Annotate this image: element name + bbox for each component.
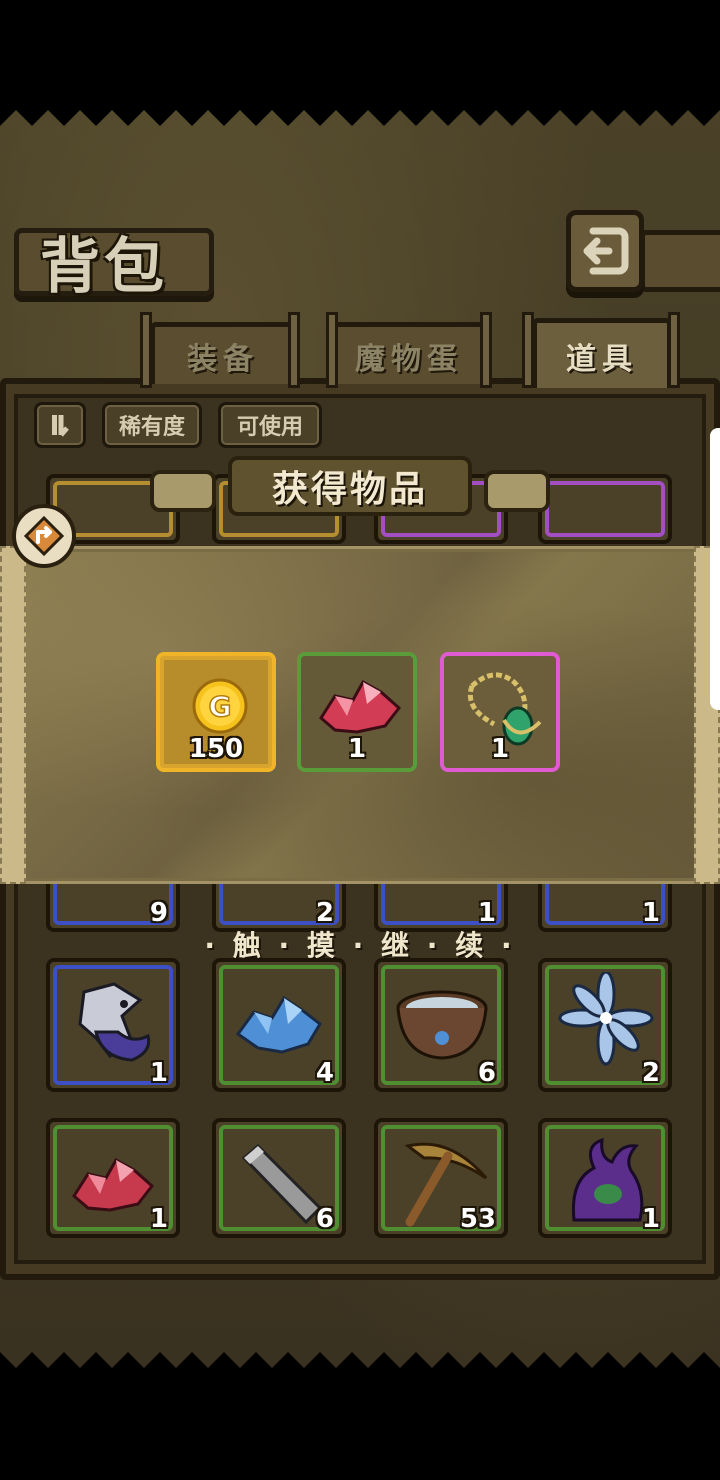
item-count: 1 — [149, 1204, 168, 1234]
spirit-creature-icon — [78, 982, 151, 1062]
diamond-arrow-icon — [23, 515, 65, 557]
tab-monster-eggs[interactable]: 魔物蛋 — [330, 322, 488, 384]
reward-item-necklace[interactable]: 1 — [440, 652, 560, 772]
reward-count: 150 — [188, 734, 244, 764]
item-count: 1 — [149, 1058, 168, 1088]
reward-item-crystal[interactable]: 1 — [297, 652, 417, 772]
reward-count: 1 — [347, 734, 367, 764]
sort-toggle-icon — [52, 415, 69, 437]
inventory-cell[interactable]: 6 — [374, 958, 508, 1092]
back-button[interactable] — [566, 210, 644, 292]
tab-post — [522, 312, 534, 388]
blue-flower-icon — [558, 972, 654, 1066]
scroll-edge-indicator — [710, 428, 720, 710]
item-count: 1 — [641, 1204, 660, 1234]
reward-title: 获得物品 — [228, 456, 472, 516]
inventory-cell[interactable]: 53 — [374, 1118, 508, 1238]
zigzag-border-top — [0, 100, 720, 126]
inventory-cell[interactable]: 6 — [212, 1118, 346, 1238]
item-count: 53 — [459, 1204, 496, 1234]
title-ornament-right — [484, 470, 550, 512]
rarity-filter-button[interactable]: 稀有度 — [102, 402, 202, 448]
inventory-cell[interactable] — [538, 474, 672, 544]
item-count: 2 — [641, 1058, 660, 1088]
inventory-cell[interactable]: 1 — [538, 1118, 672, 1238]
screen: 背包 装备 魔物蛋 道具 稀有度 可使用 9 2 1 1 · 触 · 摸 · 继… — [0, 0, 720, 1480]
reward-count: 1 — [490, 734, 510, 764]
tab-post — [668, 312, 680, 388]
tab-post — [480, 312, 492, 388]
item-count: 6 — [315, 1204, 334, 1234]
item-count: 6 — [477, 1058, 496, 1088]
blue-crystal-icon — [235, 995, 322, 1054]
tab-equipment[interactable]: 装备 — [150, 322, 296, 384]
game-view[interactable]: 背包 装备 魔物蛋 道具 稀有度 可使用 9 2 1 1 · 触 · 摸 · 继… — [0, 100, 720, 1378]
tab-items[interactable]: 道具 — [532, 318, 672, 388]
tab-post — [140, 312, 152, 388]
close-button[interactable] — [12, 504, 76, 568]
tab-post — [288, 312, 300, 388]
sort-toggle-button[interactable] — [34, 402, 86, 448]
tab-post — [326, 312, 338, 388]
page-title: 背包 — [40, 232, 168, 302]
usable-filter-button[interactable]: 可使用 — [218, 402, 322, 448]
inventory-cell[interactable]: 2 — [538, 958, 672, 1092]
zigzag-border-bottom — [0, 1352, 720, 1378]
inventory-cell[interactable]: 1 — [46, 958, 180, 1092]
water-bowl-icon — [396, 990, 488, 1060]
svg-text:G: G — [209, 690, 232, 723]
back-strip — [640, 230, 720, 292]
return-arrow-icon — [583, 227, 629, 275]
banner-edge-left — [0, 546, 26, 884]
title-ornament-left — [150, 470, 216, 512]
inventory-cell[interactable]: 1 — [46, 1118, 180, 1238]
reward-item-gold[interactable]: G 150 — [156, 652, 276, 772]
item-count: 4 — [315, 1058, 334, 1088]
inventory-cell[interactable]: 4 — [212, 958, 346, 1092]
